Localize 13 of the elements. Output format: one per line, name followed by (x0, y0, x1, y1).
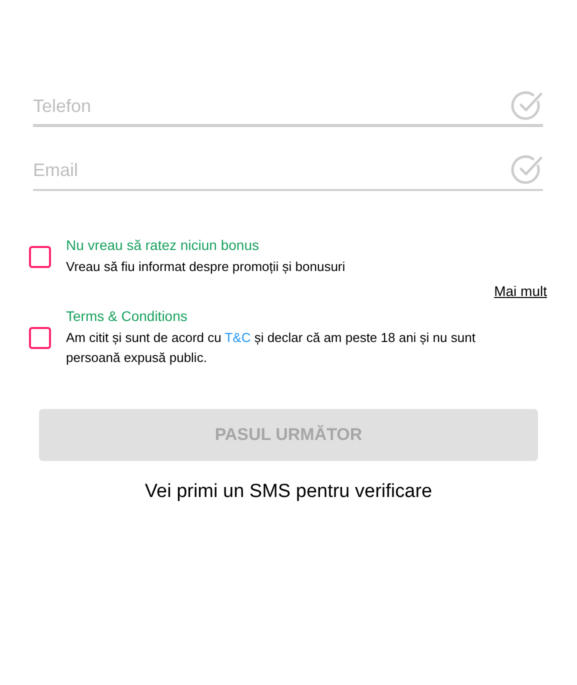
check-circle-icon (511, 154, 543, 186)
check-circle-icon (511, 90, 543, 122)
more-link[interactable]: Mai mult (494, 281, 547, 302)
terms-link[interactable]: T&C (224, 330, 251, 345)
consent-text: Vreau să fiu informat despre promoții și bonusuri (66, 258, 346, 276)
input-field[interactable]: Email (33, 152, 543, 191)
consent-title: Nu vreau să ratez niciun bonus (66, 237, 260, 254)
consent-title: Terms & Conditions (66, 308, 188, 325)
consent-text: Am citit și sunt de acord cu T&C și declar că am peste 18 ani și nu sunt persoană expusă public. (66, 329, 476, 367)
input-field[interactable]: Telefon (33, 88, 543, 127)
sms-note: Vei primi un SMS pentru verificare (144, 480, 432, 504)
checkbox[interactable] (29, 246, 51, 268)
checkbox[interactable] (29, 327, 51, 349)
